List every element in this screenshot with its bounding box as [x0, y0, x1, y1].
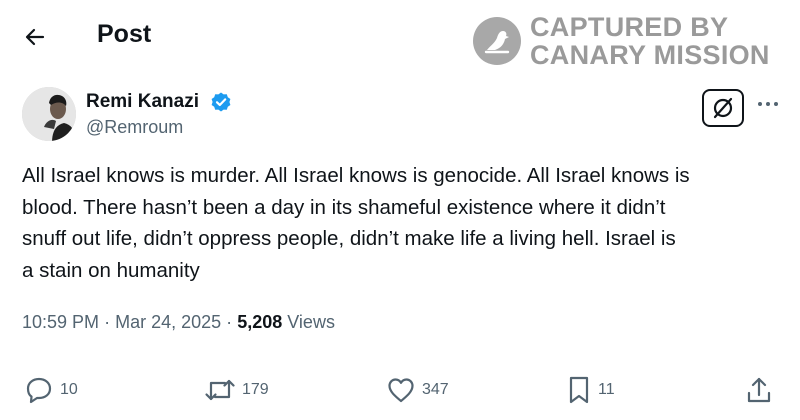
reply-count: 10 — [60, 381, 78, 398]
avatar[interactable] — [22, 87, 76, 141]
grok-icon — [713, 97, 733, 119]
post-metadata: 10:59 PM · Mar 24, 2025 · 5,208 Views — [22, 312, 335, 333]
watermark-text: CAPTURED BY CANARY MISSION — [530, 13, 770, 69]
post-text-line: All Israel knows is murder. All Israel k… — [22, 164, 690, 187]
post-text: All Israel knows is murder. All Israel k… — [22, 160, 792, 286]
canary-mission-watermark: CAPTURED BY CANARY MISSION — [472, 12, 792, 72]
more-button[interactable] — [754, 94, 782, 114]
views-label: Views — [287, 312, 335, 332]
watermark-line-1: CAPTURED BY — [530, 12, 729, 42]
post-text-line: blood. There hasn’t been a day in its sh… — [22, 195, 666, 219]
grok-button[interactable] — [702, 89, 744, 127]
share-icon — [747, 377, 771, 403]
avatar-photo — [22, 87, 76, 141]
back-arrow-icon — [25, 28, 45, 46]
back-button[interactable] — [18, 22, 52, 52]
repost-button[interactable]: 179 — [204, 374, 269, 406]
like-button[interactable]: 347 — [386, 374, 449, 406]
reply-icon — [26, 377, 52, 404]
bookmark-count: 11 — [598, 381, 615, 398]
share-button[interactable] — [745, 374, 773, 406]
bookmark-button[interactable]: 11 — [566, 374, 615, 406]
meta-separator: · — [104, 312, 111, 332]
reply-button[interactable]: 10 — [24, 374, 78, 406]
more-icon — [758, 102, 778, 106]
repost-count: 179 — [242, 381, 269, 398]
author-name[interactable]: Remi Kanazi — [86, 91, 199, 113]
post-text-line: snuff out life, didn’t oppress people, d… — [22, 227, 676, 250]
meta-separator: · — [226, 312, 233, 332]
watermark-line-2: CANARY MISSION — [530, 40, 770, 70]
post-time[interactable]: 10:59 PM — [22, 312, 99, 332]
page-title: Post — [97, 20, 152, 48]
canary-logo-icon — [473, 17, 521, 65]
post-date[interactable]: Mar 24, 2025 — [115, 312, 221, 332]
like-count: 347 — [422, 381, 449, 398]
author-handle[interactable]: @Remroum — [86, 117, 183, 138]
post-text-line: a stain on humanity — [22, 258, 200, 282]
like-icon — [388, 378, 414, 403]
bookmark-icon — [569, 376, 589, 404]
verified-badge-icon — [211, 92, 231, 112]
repost-icon — [205, 379, 235, 401]
views-count: 5,208 — [237, 312, 283, 332]
